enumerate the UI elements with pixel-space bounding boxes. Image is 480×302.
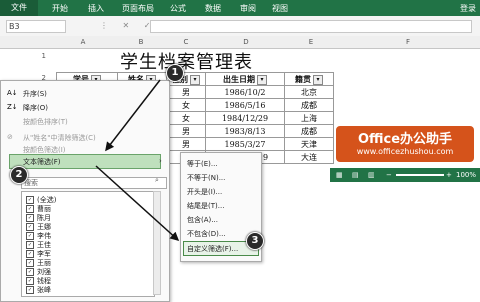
arrow-to-text-filter bbox=[105, 79, 161, 152]
step-badge-1: 1 bbox=[166, 64, 184, 82]
step-badge-3: 3 bbox=[246, 232, 264, 250]
annotation-arrows bbox=[95, 79, 180, 242]
arrow-to-custom-filter bbox=[95, 165, 180, 242]
step-badge-2: 2 bbox=[10, 166, 28, 184]
